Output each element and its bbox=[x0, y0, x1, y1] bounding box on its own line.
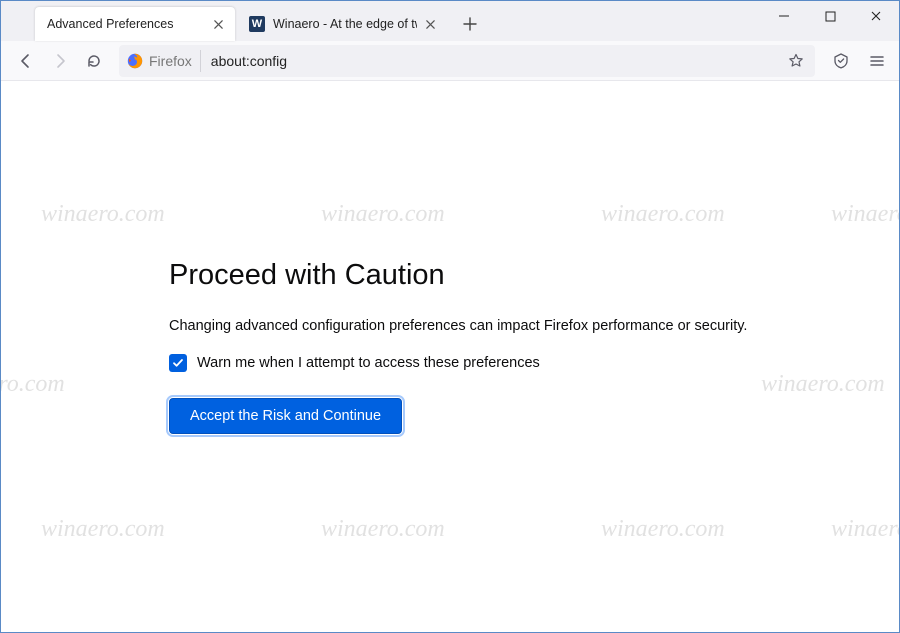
forward-button[interactable] bbox=[45, 46, 75, 76]
watermark-text: winaero.com bbox=[601, 516, 725, 543]
tab-label: Advanced Preferences bbox=[47, 17, 205, 31]
bookmark-star-icon[interactable] bbox=[783, 48, 809, 74]
warning-body: Changing advanced configuration preferen… bbox=[169, 318, 759, 334]
navigation-toolbar: Firefox about:config bbox=[1, 41, 899, 81]
checkbox-label: Warn me when I attempt to access these p… bbox=[197, 355, 540, 371]
close-icon[interactable] bbox=[209, 15, 227, 33]
url-bar[interactable]: Firefox about:config bbox=[119, 45, 815, 77]
watermark-text: winaero.com bbox=[321, 516, 445, 543]
minimize-button[interactable] bbox=[761, 1, 807, 31]
tab-advanced-preferences[interactable]: Advanced Preferences bbox=[35, 7, 235, 41]
warning-checkbox-row[interactable]: Warn me when I attempt to access these p… bbox=[169, 354, 759, 372]
watermark-text: winaero.com bbox=[41, 201, 165, 228]
identity-label: Firefox bbox=[149, 53, 192, 69]
tab-label: Winaero - At the edge of tweak bbox=[273, 17, 417, 31]
page-content: Proceed with Caution Changing advanced c… bbox=[1, 81, 899, 632]
watermark-text: winaero.com bbox=[41, 516, 165, 543]
maximize-button[interactable] bbox=[807, 1, 853, 31]
window-controls bbox=[761, 1, 899, 33]
window-close-button[interactable] bbox=[853, 1, 899, 31]
url-text: about:config bbox=[201, 53, 783, 69]
watermark-text: winaero.com bbox=[321, 201, 445, 228]
new-tab-button[interactable] bbox=[455, 9, 485, 39]
app-menu-button[interactable] bbox=[861, 46, 893, 76]
back-button[interactable] bbox=[11, 46, 41, 76]
about-config-warning: Proceed with Caution Changing advanced c… bbox=[169, 259, 759, 434]
identity-box[interactable]: Firefox bbox=[127, 50, 201, 72]
warning-heading: Proceed with Caution bbox=[169, 259, 759, 292]
browser-window: Advanced Preferences W Winaero - At the … bbox=[0, 0, 900, 633]
watermark-text: winaero.com bbox=[1, 371, 65, 398]
watermark-text: winaero.com bbox=[601, 201, 725, 228]
firefox-icon bbox=[127, 53, 143, 69]
reload-button[interactable] bbox=[79, 46, 109, 76]
accept-risk-button[interactable]: Accept the Risk and Continue bbox=[169, 398, 402, 434]
watermark-text: winaero.com bbox=[831, 516, 899, 543]
watermark-text: winaero.com bbox=[761, 371, 885, 398]
checkbox-icon[interactable] bbox=[169, 354, 187, 372]
save-to-pocket-button[interactable] bbox=[825, 46, 857, 76]
tab-winaero[interactable]: W Winaero - At the edge of tweak bbox=[237, 7, 447, 41]
tab-strip: Advanced Preferences W Winaero - At the … bbox=[1, 1, 899, 41]
close-icon[interactable] bbox=[421, 15, 439, 33]
watermark-text: winaero.com bbox=[831, 201, 899, 228]
favicon-icon: W bbox=[249, 16, 265, 32]
